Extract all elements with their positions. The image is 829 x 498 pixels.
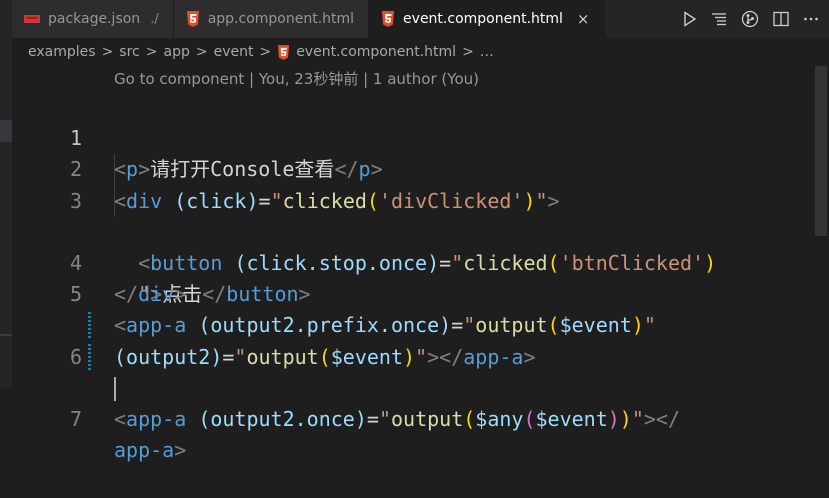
html5-icon (278, 44, 290, 60)
tab-package-json[interactable]: package.json ./ (12, 0, 174, 38)
code-line: 4 </div> (12, 217, 829, 306)
breadcrumb-separator: > (462, 44, 474, 60)
panel-divider (0, 334, 12, 336)
tab-label: app.component.html (207, 11, 355, 27)
tab-event-component-html[interactable]: event.component.html × (369, 0, 605, 38)
indent-guide (114, 154, 115, 186)
code-line-wrapped: ">点击</button> (12, 185, 829, 306)
left-edge-panel (0, 0, 12, 387)
run-icon[interactable] (683, 11, 697, 27)
npm-icon (24, 15, 40, 23)
code-line: 2 <div (click)="clicked('divClicked')"> (12, 123, 829, 212)
scrollbar-thumb[interactable] (815, 66, 827, 236)
line-text: <app-a (output2.once)="output($any($even… (114, 406, 681, 431)
split-editor-icon[interactable] (773, 11, 789, 27)
outline-icon[interactable] (711, 11, 727, 27)
code-line: 1 <p>请打开Console查看</p> (12, 92, 829, 181)
tab-app-component-html[interactable]: app.component.html (173, 0, 370, 38)
code-line-wrapped: app-a> (12, 342, 829, 462)
breadcrumb-separator: > (101, 44, 114, 60)
code-line-wrapped: (output2)="output($event)"></app-a> (12, 279, 829, 369)
html5-icon (186, 11, 199, 27)
modified-line-indicator[interactable] (88, 312, 91, 340)
tab-description: ./ (150, 11, 159, 27)
git-compare-icon[interactable] (741, 10, 759, 28)
code-editor[interactable]: 1 <p>请打开Console查看</p> 2 <div (click)="cl… (12, 92, 829, 462)
editor-tab-bar: package.json ./ app.component.html event… (12, 0, 829, 38)
breadcrumb-item[interactable]: examples (28, 44, 96, 60)
modified-line-indicator[interactable] (88, 343, 91, 371)
breadcrumb-item[interactable]: app (163, 44, 189, 60)
panel-highlight (0, 120, 12, 142)
breadcrumb-separator: > (145, 44, 158, 60)
tab-label: package.json (48, 11, 141, 27)
vertical-scrollbar[interactable] (813, 66, 829, 387)
editor-actions (683, 0, 829, 38)
breadcrumb: examples > src > app > event > event.com… (12, 38, 829, 66)
breadcrumb-item[interactable]: event (214, 44, 254, 60)
code-line: 5 <app-a (output2.prefix.once)="output($… (12, 248, 829, 337)
code-line: 3 <button (click.stop.once)="clicked('bt… (12, 154, 829, 275)
code-line: 7 (12, 373, 829, 431)
breadcrumb-item[interactable]: src (119, 44, 139, 60)
close-tab-icon[interactable]: × (577, 10, 590, 28)
html5-icon (382, 11, 395, 27)
text-cursor (114, 376, 116, 401)
indent-guide (114, 185, 115, 217)
codelens-annotation[interactable]: Go to component | You, 23秒钟前 | 1 author … (114, 67, 479, 91)
more-icon[interactable] (803, 11, 819, 27)
line-number: 7 (69, 406, 82, 431)
breadcrumb-separator: > (195, 44, 208, 60)
line-text: app-a> (114, 438, 187, 463)
breadcrumb-separator: > (259, 44, 272, 60)
breadcrumb-item[interactable]: event.component.html (296, 44, 456, 60)
code-line: 6 <app-a (output2.once)="output($any($ev… (12, 310, 829, 431)
breadcrumb-item[interactable]: … (480, 44, 494, 60)
tab-label: event.component.html (403, 11, 563, 27)
